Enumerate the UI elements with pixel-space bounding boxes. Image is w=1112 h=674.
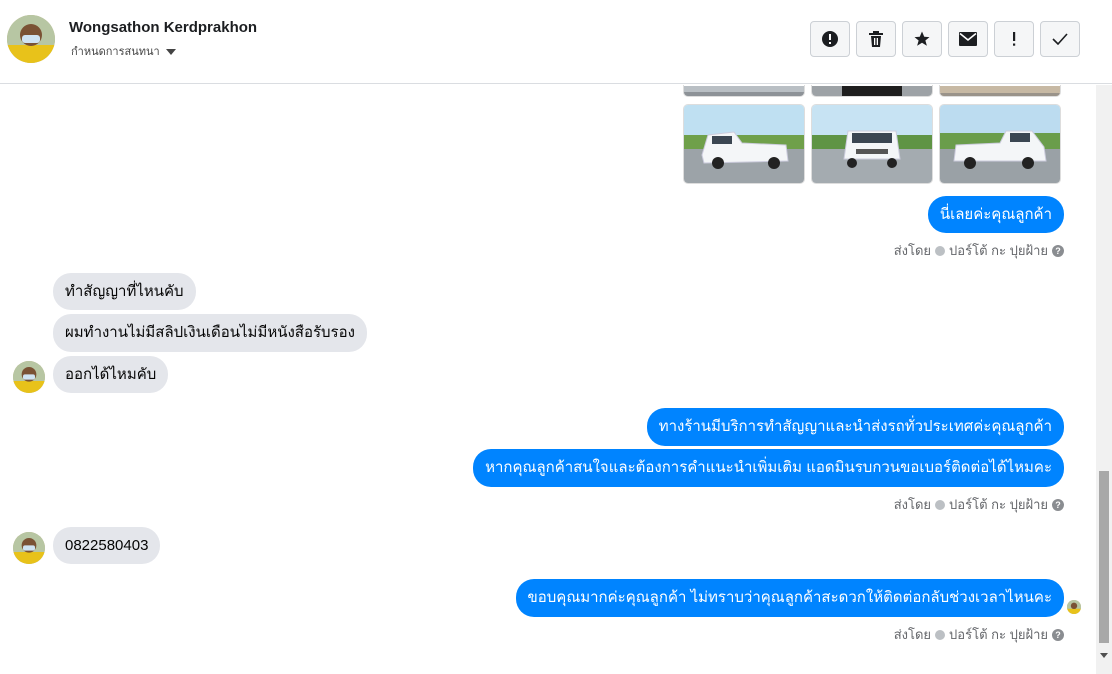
scroll-down-arrow-icon[interactable]	[1100, 653, 1108, 658]
incoming-message[interactable]: ออกได้ไหมคับ	[53, 356, 169, 393]
alert-circle-icon	[822, 31, 838, 47]
car-photo[interactable]	[683, 104, 805, 184]
report-button[interactable]	[810, 21, 850, 57]
car-photo[interactable]	[683, 85, 805, 97]
sent-by-label: ส่งโดย	[893, 627, 932, 642]
outgoing-message[interactable]: ทางร้านมีบริการทำสัญญาและนำส่งรถทั่วประเ…	[646, 408, 1064, 446]
contact-avatar-small[interactable]	[13, 532, 45, 564]
help-icon[interactable]: ?	[1052, 628, 1064, 641]
incoming-message[interactable]: 0822580403	[53, 527, 161, 564]
envelope-icon	[959, 32, 977, 46]
conversation-schedule-dropdown[interactable]: กำหนดการสนทนา	[71, 42, 176, 60]
sent-by-info: ส่งโดย ปอร์โต้ กะ ปุยฝ้าย ?	[894, 494, 1064, 515]
mark-unread-button[interactable]	[948, 21, 988, 57]
car-photo[interactable]	[811, 104, 933, 184]
verified-icon	[935, 629, 946, 640]
header-actions	[810, 21, 1080, 57]
scrollbar-thumb[interactable]	[1099, 471, 1109, 643]
sent-by-info: ส่งโดย ปอร์โต้ กะ ปุยฝ้าย ?	[894, 240, 1064, 261]
verified-icon	[935, 245, 946, 256]
contact-name[interactable]: Wongsathon Kerdprakhon	[69, 19, 257, 36]
car-photo[interactable]	[939, 104, 1061, 184]
exclamation-icon	[1013, 32, 1016, 46]
caret-down-icon	[165, 48, 176, 55]
seen-avatar	[1067, 600, 1081, 614]
car-photo[interactable]	[811, 85, 933, 97]
conversation-header: Wongsathon Kerdprakhon กำหนดการสนทนา	[0, 0, 1112, 84]
trash-icon	[869, 31, 883, 47]
star-button[interactable]	[902, 21, 942, 57]
star-icon	[914, 31, 930, 46]
help-icon[interactable]: ?	[1052, 244, 1064, 257]
car-photo[interactable]	[939, 85, 1061, 97]
sent-by-info: ส่งโดย ปอร์โต้ กะ ปุยฝ้าย ?	[894, 624, 1064, 645]
checkmark-icon	[1052, 33, 1068, 45]
outgoing-message[interactable]: ขอบคุณมากค่ะคุณลูกค้า ไม่ทราบว่าคุณลูกค้…	[515, 579, 1064, 617]
follow-up-button[interactable]	[994, 21, 1034, 57]
sent-by-label: ส่งโดย	[893, 497, 932, 512]
contact-avatar-small[interactable]	[13, 361, 45, 393]
scrollbar[interactable]	[1096, 85, 1112, 674]
outgoing-message[interactable]: นี่เลยค่ะคุณลูกค้า	[927, 196, 1064, 233]
sent-by-agent: ปอร์โต้ กะ ปุยฝ้าย	[949, 627, 1048, 642]
delete-button[interactable]	[856, 21, 896, 57]
sent-by-agent: ปอร์โต้ กะ ปุยฝ้าย	[949, 243, 1048, 258]
help-icon[interactable]: ?	[1052, 498, 1064, 511]
verified-icon	[935, 499, 946, 510]
incoming-message[interactable]: ทำสัญญาที่ไหนคับ	[53, 273, 196, 310]
sent-by-agent: ปอร์โต้ กะ ปุยฝ้าย	[949, 497, 1048, 512]
conversation-schedule-label: กำหนดการสนทนา	[71, 46, 160, 58]
outgoing-message[interactable]: หากคุณลูกค้าสนใจและต้องการคำแนะนำเพิ่มเต…	[473, 449, 1064, 487]
incoming-message[interactable]: ผมทำงานไม่มีสลิปเงินเดือนไม่มีหนังสือรับ…	[53, 314, 367, 352]
contact-avatar[interactable]	[7, 15, 55, 63]
mark-done-button[interactable]	[1040, 21, 1080, 57]
sent-by-label: ส่งโดย	[893, 243, 932, 258]
